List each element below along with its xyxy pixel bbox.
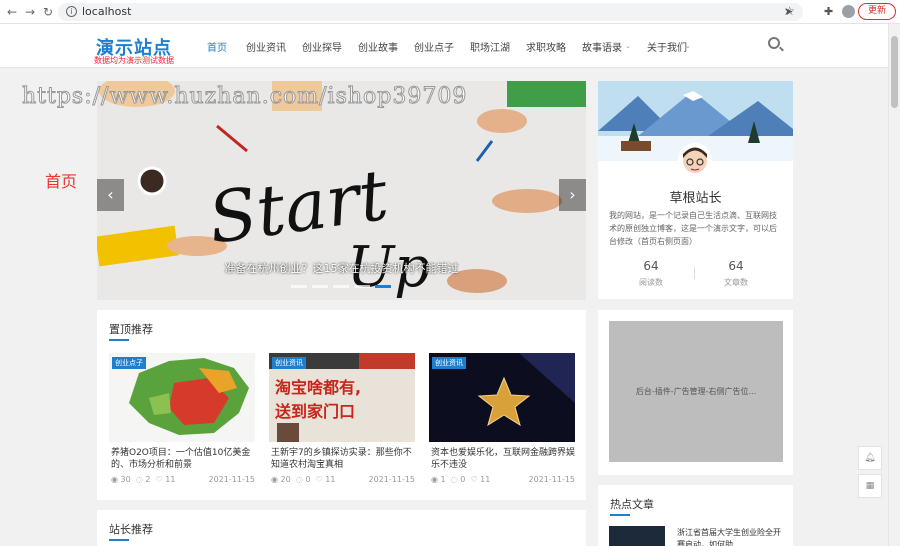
menu-item-guide[interactable]: 创业探导 xyxy=(302,39,342,54)
stat-value: 64 xyxy=(643,259,659,273)
svg-text:送到家门口: 送到家门口 xyxy=(274,402,355,421)
like-icon: ♡ xyxy=(155,475,163,484)
article-meta: ◉ 1 ◌ 0 ♡ 11 2021-11-15 xyxy=(431,475,575,484)
menu-item-job[interactable]: 求职攻略 xyxy=(526,39,566,54)
comment-count: 2 xyxy=(145,475,151,484)
like-count: 11 xyxy=(480,475,491,484)
article-thumbnail[interactable]: 淘宝啥都有, 送到家门口 创业资讯 xyxy=(269,353,415,442)
ad-placeholder[interactable]: 后台-插件-广告管理-右侧广告位... xyxy=(609,321,783,462)
comment-icon: ◌ xyxy=(135,475,143,484)
slider-caption[interactable]: 准备在杭州创业？这15家在杭投资机构不能错过 xyxy=(97,260,586,276)
search-icon[interactable] xyxy=(768,37,780,49)
article-title[interactable]: 资本也爱娱乐化，互联网金融跨界娱乐不违没 xyxy=(431,447,575,471)
like-count: 11 xyxy=(165,475,176,484)
article-date: 2021-11-15 xyxy=(208,475,256,484)
menu-item-news[interactable]: 创业资讯 xyxy=(246,39,286,54)
slider-dot[interactable] xyxy=(291,285,307,288)
comment-count: 0 xyxy=(305,475,311,484)
menu-item-home[interactable]: 首页 xyxy=(207,39,227,54)
stat-label: 阅读数 xyxy=(639,278,663,287)
author-name: 草根站长 xyxy=(669,191,722,206)
author-avatar xyxy=(678,143,712,177)
comment-icon: ◌ xyxy=(295,475,303,484)
stat-divider xyxy=(694,267,695,279)
comment-icon: ◌ xyxy=(450,475,458,484)
menu-item-about[interactable]: 关于我们 xyxy=(647,39,687,54)
svg-text:淘宝啥都有,: 淘宝啥都有, xyxy=(275,378,361,397)
like-count: 11 xyxy=(325,475,336,484)
profile-card: 草根站长 我的网站，是一个记录自己生活点滴、互联网技术的原创独立博客，这是一个演… xyxy=(598,81,793,299)
stat-articles: 64 文章数 xyxy=(701,259,771,288)
url-text: localhost xyxy=(82,5,132,18)
browser-toolbar: ← → ↻ i localhost ☆ ➤ ✚ 更新 xyxy=(0,0,900,24)
like-icon: ♡ xyxy=(470,475,478,484)
article-date: 2021-11-15 xyxy=(528,475,576,484)
watermark-text: https://www.huzhan.com/ishop39709 xyxy=(21,84,468,110)
view-count: 20 xyxy=(280,475,291,484)
article-tag[interactable]: 创业点子 xyxy=(112,357,146,369)
slider-dot[interactable] xyxy=(354,285,370,288)
article-date: 2021-11-15 xyxy=(368,475,416,484)
view-count: 1 xyxy=(440,475,446,484)
forward-icon[interactable]: → xyxy=(22,4,38,20)
hero-slider[interactable]: Start Up ‹ › 准备在杭州创业？这15家在杭投资机构不能错过 xyxy=(97,81,586,300)
scrollbar-thumb[interactable] xyxy=(891,36,898,108)
article-tag[interactable]: 创业资讯 xyxy=(272,357,306,369)
article-meta: ◉ 20 ◌ 0 ♡ 11 2021-11-15 xyxy=(271,475,415,484)
back-icon[interactable]: ← xyxy=(4,4,20,20)
title-underline xyxy=(610,514,630,516)
author-bio: 我的网站，是一个记录自己生活点滴、互联网技术的原创独立博客，这是一个演示文字，可… xyxy=(609,211,777,246)
eye-icon: ◉ xyxy=(111,475,118,484)
notification-bell-icon[interactable]: 🔔︎ xyxy=(858,446,882,470)
menu-item-quotes[interactable]: 故事语录 xyxy=(582,39,622,54)
eye-icon: ◉ xyxy=(271,475,278,484)
side-home-label: 首页 xyxy=(45,172,78,191)
slider-dot[interactable] xyxy=(333,285,349,288)
eye-icon: ◉ xyxy=(431,475,438,484)
send-icon[interactable]: ➤ xyxy=(784,5,793,18)
reload-icon[interactable]: ↻ xyxy=(40,4,56,20)
site-logo-subtitle: 数据均为演示测试数据 xyxy=(94,56,174,65)
panel-title: 置顶推荐 xyxy=(109,323,153,336)
title-underline xyxy=(109,539,129,541)
menu-item-ideas[interactable]: 创业点子 xyxy=(414,39,454,54)
chevron-down-icon: ⌄ xyxy=(625,42,631,50)
site-header: 演示站点 数据均为演示测试数据 首页 创业资讯 创业探导 创业故事 创业点子 职… xyxy=(0,24,888,68)
profile-avatar-icon[interactable] xyxy=(842,5,855,18)
extensions-icon[interactable]: ✚ xyxy=(824,5,833,18)
station-recommend-panel: 站长推荐 xyxy=(97,510,586,546)
slider-dot[interactable] xyxy=(312,285,328,288)
hot-article-thumbnail[interactable] xyxy=(609,526,665,546)
view-count: 30 xyxy=(120,475,131,484)
comment-count: 0 xyxy=(460,475,466,484)
qrcode-icon[interactable]: ▦ xyxy=(858,474,882,498)
article-tag[interactable]: 创业资讯 xyxy=(432,357,466,369)
site-info-icon[interactable]: i xyxy=(66,6,77,17)
title-underline xyxy=(109,339,129,341)
stat-reads: 64 阅读数 xyxy=(616,259,686,288)
menu-item-stories[interactable]: 创业故事 xyxy=(358,39,398,54)
article-meta: ◉ 30 ◌ 2 ♡ 11 2021-11-15 xyxy=(111,475,255,484)
panel-title: 热点文章 xyxy=(610,498,654,511)
menu-item-workplace[interactable]: 职场江湖 xyxy=(470,39,510,54)
page-scrollbar[interactable] xyxy=(888,24,900,546)
article-thumbnail[interactable]: 创业资讯 xyxy=(429,353,575,442)
update-button[interactable]: 更新 xyxy=(858,3,896,20)
slider-next-button[interactable]: › xyxy=(559,179,586,211)
address-bar[interactable]: i localhost ☆ xyxy=(58,3,803,21)
chevron-down-icon: ⌄ xyxy=(685,42,691,50)
stat-label: 文章数 xyxy=(724,278,748,287)
article-title[interactable]: 王新宇7的乡镇探访实录：那些你不知道农村淘宝真相 xyxy=(271,447,415,471)
hot-article-title[interactable]: 浙江省首届大学生创业险全开赛启动，如何助... xyxy=(677,527,787,546)
slider-dot-active[interactable] xyxy=(375,285,391,288)
panel-title: 站长推荐 xyxy=(109,523,153,536)
article-thumbnail[interactable]: 创业点子 xyxy=(109,353,255,442)
stat-value: 64 xyxy=(728,259,744,273)
like-icon: ♡ xyxy=(315,475,323,484)
slider-prev-button[interactable]: ‹ xyxy=(97,179,124,211)
article-title[interactable]: 养猪O2O项目：一个估值10亿美金的、市场分析和前景 xyxy=(111,447,255,471)
